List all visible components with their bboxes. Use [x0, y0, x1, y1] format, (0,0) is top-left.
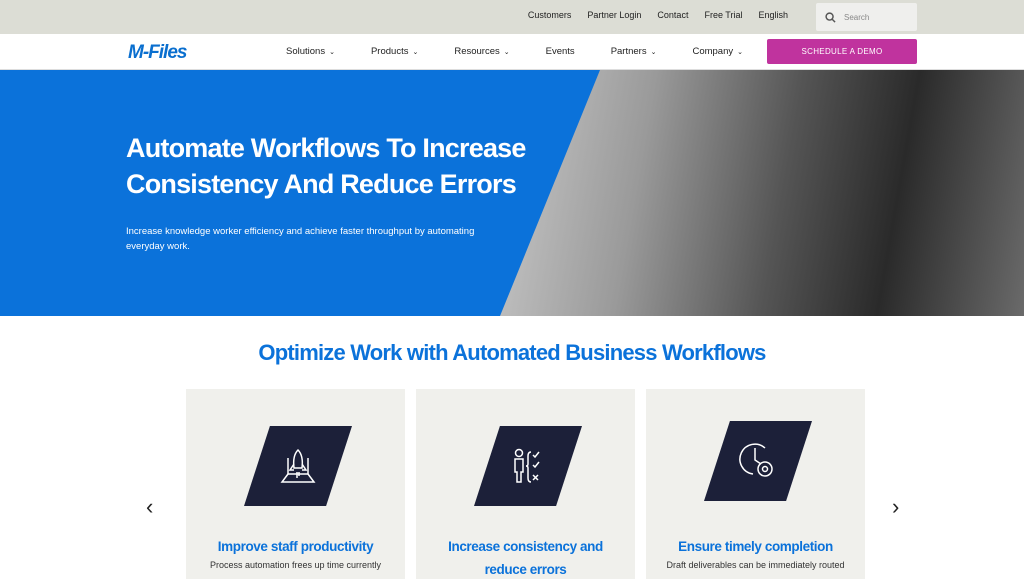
- nav-label: Resources: [454, 46, 500, 57]
- chevron-down-icon: ⌄: [650, 49, 657, 56]
- clock-gear-icon: [704, 421, 812, 501]
- nav-events[interactable]: Events: [546, 46, 575, 57]
- search-input[interactable]: Search: [816, 3, 917, 31]
- feature-card: Ensure timely completion Draft deliverab…: [646, 389, 865, 579]
- nav-label: Events: [545, 46, 575, 57]
- section-title: Optimize Work with Automated Business Wo…: [258, 340, 766, 365]
- language-selector[interactable]: English: [758, 10, 788, 20]
- feature-card: Improve staff productivity Process autom…: [186, 389, 405, 579]
- nav-label: Products: [370, 46, 409, 57]
- card-text: Process automation frees up time current…: [209, 560, 382, 570]
- nav-resources[interactable]: Resources ⌄: [454, 46, 509, 57]
- nav-products[interactable]: Products ⌄: [371, 46, 418, 57]
- utility-bar: Customers Partner Login Contact Free Tri…: [0, 0, 1024, 34]
- schedule-demo-button[interactable]: SCHEDULE A DEMO: [767, 39, 917, 64]
- card-title: Ensure timely completion: [678, 539, 833, 554]
- chevron-down-icon: ⌄: [412, 49, 419, 56]
- nav-company[interactable]: Company ⌄: [692, 46, 743, 57]
- link-free-trial[interactable]: Free Trial: [704, 10, 742, 20]
- link-contact[interactable]: Contact: [657, 10, 688, 20]
- hero-subtitle: Increase knowledge worker efficiency and…: [126, 226, 475, 252]
- hero-title: Automate Workflows To Increase Consisten…: [126, 133, 526, 199]
- person-checklist-icon: [474, 426, 582, 506]
- chevron-down-icon: ⌄: [503, 49, 510, 56]
- chevron-down-icon: ⌄: [329, 49, 335, 56]
- logo[interactable]: M-Files: [128, 42, 187, 64]
- nav-label: Partners: [610, 46, 647, 57]
- hero-banner: Automate Workflows To Increase Consisten…: [0, 70, 1024, 316]
- card-title: Increase consistency and reduce errors: [448, 539, 603, 577]
- carousel-prev-arrow[interactable]: ‹: [146, 494, 153, 520]
- feature-card: Increase consistency and reduce errors: [416, 389, 635, 579]
- link-customers[interactable]: Customers: [528, 10, 572, 20]
- link-partner-login[interactable]: Partner Login: [587, 10, 641, 20]
- card-title: Improve staff productivity: [217, 539, 374, 554]
- chevron-down-icon: ⌄: [737, 49, 744, 56]
- nav-partners[interactable]: Partners ⌄: [611, 46, 657, 57]
- search-icon: [825, 11, 836, 23]
- main-nav: M-Files Solutions ⌄ Products ⌄ Resources ⌄ …: [0, 34, 1024, 70]
- rocket-laptop-icon: [244, 426, 352, 506]
- nav-solutions[interactable]: Solutions ⌄: [286, 46, 335, 57]
- card-text: Draft deliverables can be immediately ro…: [666, 560, 845, 570]
- nav-label: Solutions: [286, 46, 326, 57]
- search-placeholder: Search: [844, 12, 870, 22]
- carousel-next-arrow[interactable]: ›: [892, 494, 899, 520]
- nav-label: Company: [692, 46, 734, 57]
